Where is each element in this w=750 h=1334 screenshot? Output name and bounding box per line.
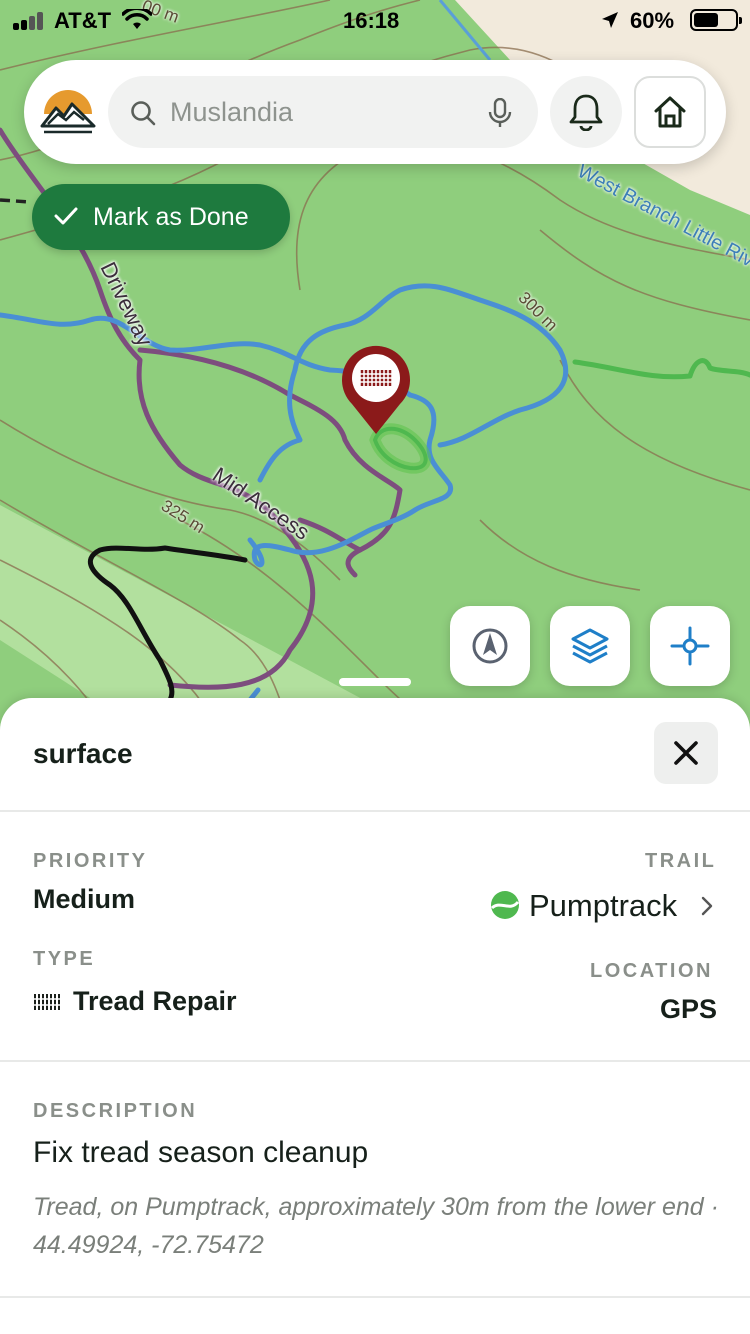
map-view[interactable]: Driveway Mid Access West Branch Little R… bbox=[0, 0, 750, 730]
divider bbox=[0, 1296, 750, 1298]
compass-button[interactable] bbox=[450, 606, 530, 686]
check-icon bbox=[54, 207, 78, 225]
location-value: GPS bbox=[660, 994, 718, 1024]
wifi-icon bbox=[122, 9, 152, 29]
signal-icon bbox=[13, 12, 47, 30]
locate-button[interactable] bbox=[650, 606, 730, 686]
search-bar bbox=[24, 60, 726, 164]
location-arrow-icon bbox=[602, 12, 618, 28]
divider bbox=[0, 1060, 750, 1062]
carrier-name: AT&T bbox=[54, 8, 112, 33]
close-icon bbox=[674, 741, 698, 765]
detail-sheet: surface PRIORITY Medium TRAIL Pumptrack … bbox=[0, 698, 750, 1334]
chevron-right-icon bbox=[701, 896, 713, 916]
priority-value: Medium bbox=[33, 884, 136, 914]
mark-as-done-button[interactable]: Mark as Done bbox=[32, 184, 290, 250]
trail-label: TRAIL bbox=[645, 850, 717, 872]
mark-as-done-label: Mark as Done bbox=[93, 203, 249, 231]
layers-button[interactable] bbox=[550, 606, 630, 686]
layers-icon bbox=[571, 628, 609, 664]
description-body: Tread, on Pumptrack, approximately 30m f… bbox=[33, 1193, 719, 1259]
status-bar: AT&T 16:18 60% bbox=[0, 0, 750, 40]
search-icon bbox=[131, 101, 156, 126]
battery-percent: 60% bbox=[630, 8, 675, 33]
description-label: DESCRIPTION bbox=[33, 1100, 198, 1122]
mic-icon[interactable] bbox=[488, 98, 512, 128]
priority-label: PRIORITY bbox=[33, 850, 148, 872]
app-logo-icon[interactable] bbox=[40, 84, 96, 140]
notifications-button[interactable] bbox=[550, 76, 622, 148]
close-button[interactable] bbox=[654, 722, 718, 784]
divider bbox=[0, 810, 750, 812]
bell-icon bbox=[569, 94, 603, 131]
tread-repair-pin-icon[interactable] bbox=[340, 344, 412, 436]
location-label: LOCATION bbox=[590, 960, 713, 982]
sheet-grabber[interactable] bbox=[339, 678, 411, 686]
search-field[interactable] bbox=[108, 76, 538, 148]
search-input[interactable] bbox=[170, 90, 470, 134]
trail-dot-icon bbox=[490, 891, 520, 919]
battery-icon bbox=[690, 9, 742, 31]
sheet-title: surface bbox=[33, 738, 133, 769]
type-label: TYPE bbox=[33, 948, 96, 970]
trail-link[interactable]: Pumptrack bbox=[490, 886, 720, 926]
home-icon bbox=[654, 96, 686, 128]
compass-icon bbox=[472, 628, 508, 664]
type-value: Tread Repair bbox=[73, 986, 237, 1016]
clock: 16:18 bbox=[343, 8, 400, 33]
locate-icon bbox=[670, 626, 710, 666]
description-title: Fix tread season cleanup bbox=[33, 1136, 369, 1169]
trail-value: Pumptrack bbox=[529, 888, 678, 923]
home-button[interactable] bbox=[634, 76, 706, 148]
tread-repair-icon bbox=[33, 994, 61, 1010]
